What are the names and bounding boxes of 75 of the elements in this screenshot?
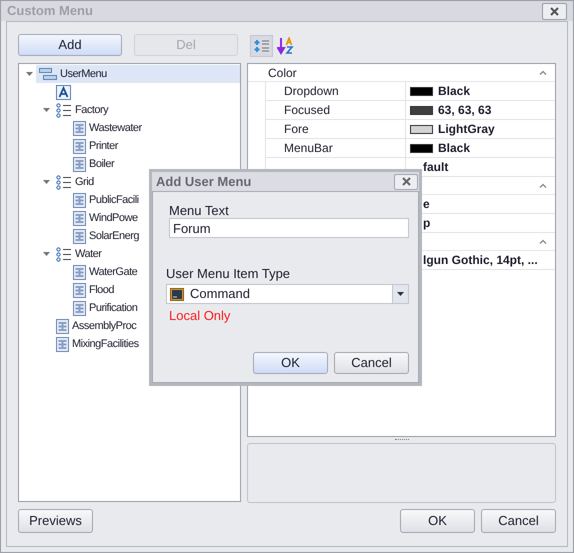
- dialog-title: Add User Menu: [156, 172, 252, 191]
- list-icon: [56, 246, 72, 262]
- tree-node[interactable]: [53, 83, 72, 101]
- ok-button[interactable]: OK: [253, 352, 328, 374]
- form-icon: [56, 336, 69, 352]
- form-icon: [73, 138, 86, 154]
- collapse-arrow-icon[interactable]: [26, 72, 32, 76]
- dropdown-button[interactable]: [392, 285, 408, 303]
- property-value[interactable]: e: [423, 195, 430, 213]
- tree-node[interactable]: AssemblyProc: [53, 317, 138, 335]
- property-name: Fore: [266, 120, 406, 138]
- property-value[interactable]: p: [423, 214, 430, 232]
- tree-node[interactable]: Factory: [53, 101, 110, 119]
- tree-node[interactable]: Purification: [70, 299, 138, 317]
- close-icon: [402, 177, 410, 186]
- tree-node[interactable]: MixingFacilities: [53, 335, 140, 353]
- collapse-caret-icon[interactable]: [539, 239, 547, 244]
- property-value[interactable]: lgun Gothic, 14pt, ...: [423, 251, 538, 269]
- collapse-arrow-icon[interactable]: [42, 252, 50, 256]
- property-name: MenuBar: [266, 139, 406, 157]
- form-icon: [73, 264, 86, 280]
- form-icon: [73, 300, 86, 316]
- field-label: Menu Text: [169, 203, 230, 218]
- tree-node[interactable]: Printer: [70, 137, 119, 155]
- tree-node[interactable]: Boiler: [70, 155, 116, 173]
- tree-node[interactable]: WaterGate: [70, 263, 138, 281]
- property-value[interactable]: fault: [423, 158, 448, 176]
- list-icon: [56, 102, 72, 118]
- terminal-icon: [170, 288, 184, 300]
- tree-node[interactable]: Grid: [53, 173, 95, 191]
- categorized-list-icon: [254, 38, 270, 54]
- close-icon: [550, 6, 559, 16]
- cancel-button[interactable]: Cancel: [481, 509, 556, 533]
- menu-icon: [39, 67, 57, 81]
- note-text: Local Only: [169, 308, 232, 323]
- close-button[interactable]: [542, 2, 567, 20]
- form-icon: [73, 210, 86, 226]
- cancel-button[interactable]: Cancel: [334, 352, 409, 374]
- property-value[interactable]: Black: [438, 82, 470, 100]
- text-format-icon: [56, 84, 71, 100]
- form-icon: [73, 192, 86, 208]
- field-label: User Menu Item Type: [166, 266, 292, 281]
- list-icon: [56, 174, 72, 190]
- window-title: Custom Menu: [7, 2, 93, 20]
- tree-node[interactable]: UserMenu: [36, 65, 240, 83]
- tree-node[interactable]: Flood: [70, 281, 116, 299]
- close-button[interactable]: [394, 174, 418, 190]
- form-icon: [56, 318, 69, 334]
- menu-text-field[interactable]: Forum: [169, 218, 409, 238]
- collapse-arrow-icon[interactable]: [42, 180, 50, 184]
- add-button[interactable]: Add: [18, 34, 122, 56]
- property-name: Dropdown: [266, 82, 406, 100]
- caret-icon: [397, 292, 404, 296]
- property-value[interactable]: Black: [438, 139, 470, 157]
- collapse-caret-icon[interactable]: [539, 183, 547, 188]
- form-icon: [73, 228, 86, 244]
- property-value[interactable]: LightGray: [438, 120, 495, 138]
- tree-node[interactable]: Wastewater: [70, 119, 143, 137]
- property-name: Focused: [266, 101, 406, 119]
- tree-node[interactable]: SolarEnerg: [70, 227, 140, 245]
- collapse-arrow-icon[interactable]: [42, 108, 50, 112]
- tree-node[interactable]: Water: [53, 245, 102, 263]
- previews-button[interactable]: Previews: [18, 509, 93, 533]
- sort-az-icon[interactable]: [277, 37, 295, 55]
- form-icon: [73, 120, 86, 136]
- category-label: Color: [268, 64, 298, 82]
- categorized-view-button[interactable]: [250, 35, 273, 57]
- ok-button[interactable]: OK: [400, 509, 475, 533]
- collapse-caret-icon[interactable]: [539, 70, 547, 75]
- tree-node[interactable]: WindPowe: [70, 209, 139, 227]
- property-value[interactable]: 63, 63, 63: [438, 101, 492, 119]
- tree-node[interactable]: PublicFacili: [70, 191, 140, 209]
- form-icon: [73, 282, 86, 298]
- splitter-handle[interactable]: [394, 439, 408, 441]
- form-icon: [73, 156, 86, 172]
